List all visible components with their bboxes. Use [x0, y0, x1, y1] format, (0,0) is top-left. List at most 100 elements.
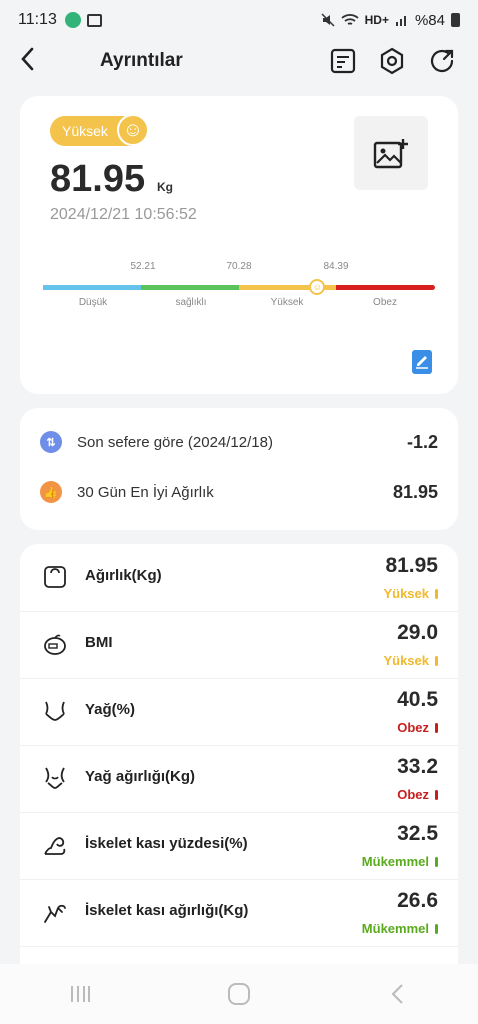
- bmi-icon: [44, 634, 66, 655]
- scale-label: sağlıklı: [175, 297, 207, 308]
- status-badge: Yüksek ☺: [50, 114, 149, 146]
- metric-label: Yağ(%): [85, 701, 136, 718]
- metric-status: Obez: [397, 787, 438, 802]
- share-icon: [430, 49, 454, 73]
- metric-status-text: Obez: [397, 787, 429, 802]
- comparison-card: ⇅ Son sefere göre (2024/12/18) -1.2 👍 30…: [20, 408, 458, 530]
- body-fat-icon: [45, 701, 65, 721]
- status-tick: [435, 856, 438, 867]
- metric-row-fat[interactable]: Yağ(%) 40.5 Obez: [20, 678, 458, 745]
- add-photo-icon: [373, 139, 408, 169]
- comparison-value: -1.2: [406, 431, 438, 452]
- add-photo-button[interactable]: [354, 116, 428, 190]
- divider: [20, 946, 458, 947]
- nav-back-icon: [391, 984, 404, 1004]
- divider: [20, 678, 458, 679]
- thumbs-up-icon: 👍: [40, 481, 62, 503]
- metric-label: Ağırlık(Kg): [85, 567, 162, 584]
- divider: [20, 879, 458, 880]
- metric-status-text: Yüksek: [383, 586, 429, 601]
- scale-segment-low: [43, 285, 141, 290]
- metric-status: Mükemmel: [362, 921, 438, 936]
- back-icon: [21, 47, 34, 71]
- metric-row-skeletal-muscle-percent[interactable]: İskelet kası yüzdesi(%) 32.5 Mükemmel: [20, 812, 458, 879]
- fat-weight-icon: [45, 767, 65, 789]
- scale-segment-healthy: [141, 285, 239, 290]
- metric-status-text: Mükemmel: [361, 854, 429, 869]
- scale-mark: 70.28: [226, 261, 252, 272]
- scale-pointer: ☺: [309, 279, 326, 295]
- report-button[interactable]: [329, 46, 357, 76]
- metric-label: BMI: [85, 634, 113, 651]
- back-button[interactable]: [18, 46, 42, 78]
- metric-row-skeletal-muscle-weight[interactable]: İskelet kası ağırlığı(Kg) 26.6 Mükemmel: [20, 879, 458, 946]
- metric-label: Yağ ağırlığı(Kg): [85, 768, 196, 785]
- metric-row-bmi[interactable]: BMI 29.0 Yüksek: [20, 611, 458, 678]
- edit-icon: [416, 356, 428, 369]
- metric-value: 26.6: [397, 889, 438, 912]
- status-tick: [435, 923, 438, 934]
- metric-status-text: Mükemmel: [361, 921, 429, 936]
- weight-unit: Kg: [157, 180, 173, 194]
- metric-value: 29.0: [397, 621, 438, 644]
- status-tick: [435, 789, 438, 800]
- wifi-icon: [341, 14, 359, 25]
- scale-mark: 52.21: [130, 261, 156, 272]
- summary-card: Yüksek ☺ 81.95 Kg 2024/12/21 10:56:52 52…: [20, 96, 458, 394]
- metric-value: 32.5: [397, 822, 438, 845]
- muscle-weight-icon: [44, 904, 66, 923]
- metric-row-weight[interactable]: Ağırlık(Kg) 81.95 Yüksek: [20, 544, 458, 611]
- scale-segment-obese: [336, 285, 435, 290]
- metric-value: 33.2: [397, 755, 438, 778]
- metric-status: Yüksek: [383, 586, 438, 601]
- metric-status: Mükemmel: [362, 854, 438, 869]
- metric-row-fat-weight[interactable]: Yağ ağırlığı(Kg) 33.2 Obez: [20, 745, 458, 812]
- signal-icon: [395, 16, 406, 26]
- status-badge-label: Yüksek: [62, 123, 108, 139]
- mute-icon: [321, 13, 335, 27]
- report-icon: [330, 48, 356, 74]
- metrics-card: Ağırlık(Kg) 81.95 Yüksek BMI 29.0 Yüksek…: [20, 544, 458, 964]
- status-tick: [435, 655, 438, 666]
- weight-value: 81.95: [50, 158, 146, 200]
- scale-mark: 84.39: [323, 261, 349, 272]
- scale-icon: [44, 566, 66, 588]
- status-tick: [435, 588, 438, 599]
- image-notification-icon: [86, 13, 102, 27]
- network-type: HD+: [364, 13, 389, 27]
- recent-apps-button[interactable]: [60, 974, 100, 1014]
- nav-back-button[interactable]: [378, 974, 418, 1014]
- smiley-icon: ☺: [117, 114, 149, 146]
- metric-status: Yüksek: [383, 653, 438, 668]
- battery-icon: [451, 13, 460, 27]
- best-weight-value: 81.95: [392, 481, 438, 502]
- metric-label: İskelet kası yüzdesi(%): [85, 835, 248, 852]
- metric-value: 40.5: [397, 688, 438, 711]
- divider: [20, 812, 458, 813]
- scale-label: Yüksek: [270, 297, 304, 308]
- metric-status: Obez: [397, 720, 438, 735]
- page-title: Ayrıntılar: [100, 50, 183, 71]
- home-button[interactable]: [219, 974, 259, 1014]
- edit-note-button[interactable]: [412, 350, 432, 374]
- muscle-icon: [44, 837, 66, 855]
- comparison-row[interactable]: ⇅ Son sefere göre (2024/12/18) -1.2: [40, 424, 438, 460]
- weight-scale: 52.21 70.28 84.39 Düşük sağlıklı Yüksek …: [43, 261, 435, 311]
- share-button[interactable]: [428, 46, 456, 76]
- metric-status-text: Yüksek: [383, 653, 429, 668]
- battery-level: %84: [414, 11, 445, 29]
- best-weight-label: 30 Gün En İyi Ağırlık: [77, 483, 214, 501]
- divider: [20, 745, 458, 746]
- home-icon: [227, 983, 250, 1005]
- status-bar: 11:13 HD+ %84: [0, 0, 478, 40]
- scale-label: Düşük: [78, 297, 108, 308]
- best-weight-row[interactable]: 👍 30 Gün En İyi Ağırlık 81.95: [40, 474, 438, 510]
- metric-status-text: Obez: [397, 720, 429, 735]
- settings-button[interactable]: [378, 46, 406, 76]
- comparison-label: Son sefere göre (2024/12/18): [77, 433, 273, 451]
- top-bar: Ayrıntılar: [0, 40, 478, 84]
- measurement-datetime: 2024/12/21 10:56:52: [50, 206, 197, 223]
- metric-label: İskelet kası ağırlığı(Kg): [85, 902, 249, 919]
- status-tick: [435, 722, 438, 733]
- compare-icon: ⇅: [40, 431, 62, 453]
